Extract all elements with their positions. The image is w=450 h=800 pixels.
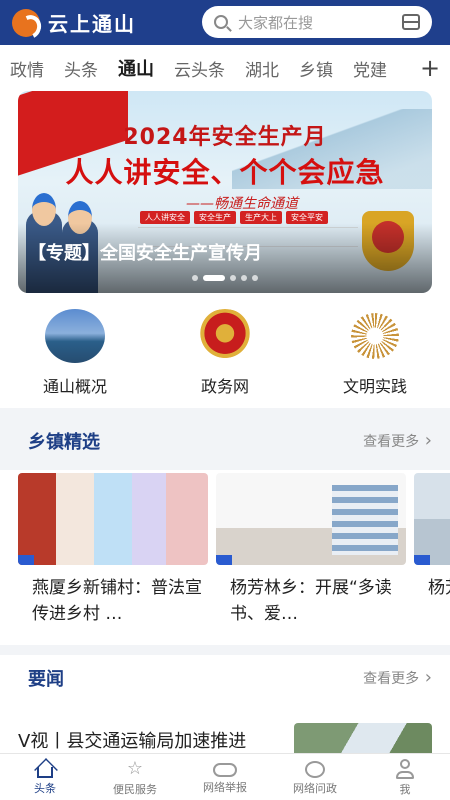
quick-link-overview[interactable]: 通山概况: [0, 303, 150, 408]
town-image: [414, 473, 450, 565]
quick-link-label: 通山概况: [42, 377, 107, 396]
app-header: 云上通山 大家都在搜: [0, 0, 450, 45]
carousel-dot[interactable]: [252, 275, 258, 281]
quick-link-label: 政务网: [200, 377, 249, 396]
nav-label: 网络问政: [293, 782, 337, 795]
towns-carousel: 燕厦乡新铺村：普法宣传进乡村 … 杨芳林乡：开展“多读书、爱… 杨芳…手八…: [0, 470, 450, 645]
nav-label: 便民服务: [113, 783, 157, 796]
video-badge-icon: [414, 555, 430, 565]
town-card[interactable]: 杨芳…手八…: [414, 473, 450, 627]
scan-icon[interactable]: [402, 14, 420, 30]
banner-image-signature: ——畅通生命通道: [186, 196, 298, 212]
town-image: [216, 473, 406, 565]
section-title-towns: 乡镇精选: [28, 432, 100, 453]
video-badge-icon: [18, 555, 34, 565]
nav-label: 我: [399, 783, 411, 796]
report-icon: [213, 763, 237, 777]
tab-hubei[interactable]: 湖北: [245, 56, 279, 81]
carousel-dot[interactable]: [241, 275, 247, 281]
tab-tongshan[interactable]: 通山: [118, 55, 154, 81]
chat-icon: [305, 761, 325, 778]
nav-label: 网络举报: [203, 781, 247, 794]
service-icon: ☆: [126, 758, 144, 779]
town-image: [18, 473, 208, 565]
nav-report[interactable]: 网络举报: [180, 754, 270, 800]
civilization-fan-icon: [345, 309, 405, 363]
carousel-dot[interactable]: [230, 275, 236, 281]
nav-headlines[interactable]: 头条: [0, 754, 90, 800]
carousel-dot-active[interactable]: [203, 275, 225, 281]
nav-label: 头条: [34, 782, 56, 795]
banner-image-slogan: 人人讲安全、个个会应急: [65, 156, 385, 189]
tab-zhengqing[interactable]: 政情: [10, 56, 44, 81]
search-box[interactable]: 大家都在搜: [202, 6, 432, 38]
news-item-title[interactable]: V视丨县交通运输局加速推进: [18, 727, 246, 753]
nav-me[interactable]: 我: [360, 754, 450, 800]
channel-tabs: 政情 头条 通山 云头条 湖北 乡镇 党建 +: [0, 45, 450, 91]
app-logo: 云上通山: [12, 8, 136, 37]
quick-link-government[interactable]: 政务网: [150, 303, 300, 408]
towns-more-link[interactable]: 查看更多: [363, 430, 432, 451]
search-icon: [214, 15, 228, 29]
nav-inquiry[interactable]: 网络问政: [270, 754, 360, 800]
app-name: 云上通山: [48, 12, 136, 36]
video-badge-icon: [216, 555, 232, 565]
news-section: 要闻 查看更多 V视丨县交通运输局加速推进: [0, 655, 450, 753]
banner-image-title: 2024年安全生产月: [123, 125, 327, 150]
quick-link-label: 文明实践: [342, 377, 407, 396]
banner-carousel[interactable]: 2024年安全生产月 人人讲安全、个个会应急 ——畅通生命通道 人人讲安全 安全…: [18, 91, 432, 293]
carousel-dot[interactable]: [192, 275, 198, 281]
tab-xiangzhen[interactable]: 乡镇: [299, 56, 333, 81]
home-icon: [37, 767, 53, 778]
quick-links: 通山概况 政务网 文明实践: [0, 303, 450, 408]
town-card-title: 杨芳…手八…: [428, 578, 450, 598]
tab-yuntoutiao[interactable]: 云头条: [174, 56, 225, 81]
tab-dangjian[interactable]: 党建: [353, 56, 387, 81]
search-placeholder[interactable]: 大家都在搜: [238, 12, 402, 33]
logo-icon: [12, 8, 40, 37]
add-channel-icon[interactable]: +: [410, 45, 450, 91]
banner-caption[interactable]: 【专题】全国安全生产宣传月: [28, 239, 262, 265]
user-icon: [395, 759, 415, 779]
news-item-thumbnail[interactable]: [294, 723, 432, 753]
town-card[interactable]: 杨芳林乡：开展“多读书、爱…: [216, 473, 406, 627]
news-more-link[interactable]: 查看更多: [363, 667, 432, 688]
town-card-title: 杨芳林乡：开展“多读书、爱…: [230, 578, 392, 624]
bottom-nav: 头条 ☆ 便民服务 网络举报 网络问政 我: [0, 753, 450, 800]
section-title-news: 要闻: [28, 669, 64, 690]
banner-section: 2024年安全生产月 人人讲安全、个个会应急 ——畅通生命通道 人人讲安全 安全…: [0, 91, 450, 303]
town-card-title: 燕厦乡新铺村：普法宣传进乡村 …: [32, 578, 202, 624]
carousel-dots: [18, 275, 432, 281]
tab-toutiao[interactable]: 头条: [64, 56, 98, 81]
national-emblem-icon: [195, 309, 255, 363]
quick-link-civilization[interactable]: 文明实践: [300, 303, 450, 408]
nav-services[interactable]: ☆ 便民服务: [90, 754, 180, 800]
town-card[interactable]: 燕厦乡新铺村：普法宣传进乡村 …: [18, 473, 208, 627]
landscape-photo-icon: [45, 309, 105, 363]
